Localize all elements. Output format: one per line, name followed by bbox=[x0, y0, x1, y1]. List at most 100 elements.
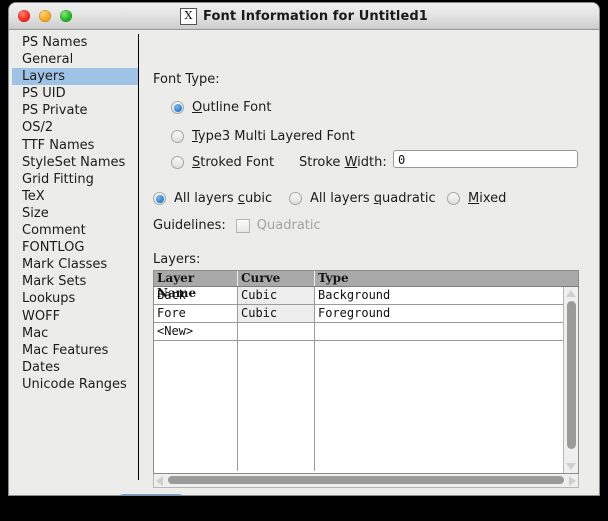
column-header-curve-type[interactable]: Curve Type bbox=[238, 271, 315, 300]
radio-outline-font-label: Outline Font bbox=[192, 100, 271, 115]
radio-quadratic-indicator[interactable] bbox=[289, 192, 302, 205]
radio-quadratic-label: All layers quadratic bbox=[310, 191, 436, 206]
scroll-right-arrow-icon[interactable] bbox=[569, 476, 576, 486]
stroke-width-label: Stroke Width: bbox=[299, 155, 387, 170]
table-row[interactable]: Fore Cubic Foreground bbox=[154, 305, 578, 323]
label-rest: troked Font bbox=[200, 155, 275, 170]
cell-curve-type[interactable]: Cubic bbox=[238, 305, 315, 322]
empty-cell bbox=[154, 341, 238, 471]
sidebar-item-tex[interactable]: TeX bbox=[12, 188, 138, 205]
column-header-type[interactable]: Type bbox=[315, 271, 578, 286]
font-information-dialog: X Font Information for Untitled1 PS Name… bbox=[9, 3, 599, 495]
sidebar-item-woff[interactable]: WOFF bbox=[12, 308, 138, 325]
guidelines-quadratic-label: Quadratic bbox=[256, 218, 321, 233]
sidebar-item-mark-classes[interactable]: Mark Classes bbox=[12, 256, 138, 273]
radio-cubic-indicator[interactable] bbox=[153, 192, 166, 205]
font-type-label: Font Type: bbox=[153, 72, 220, 87]
sidebar-item-comment[interactable]: Comment bbox=[12, 222, 138, 239]
cell-new-layer[interactable]: <New> bbox=[154, 323, 238, 340]
title-group: X Font Information for Untitled1 bbox=[9, 3, 599, 29]
radio-stroked-font[interactable]: Stroked Font bbox=[171, 155, 274, 170]
empty-cell bbox=[315, 341, 578, 471]
layers-table[interactable]: Layer Name Curve Type Type Back Cubic Ba… bbox=[153, 270, 579, 474]
label-rest: idth: bbox=[357, 155, 387, 170]
mnemonic-char: q bbox=[373, 191, 383, 206]
close-button[interactable] bbox=[18, 10, 30, 22]
cell-type[interactable]: Background bbox=[315, 287, 578, 304]
column-header-layer-name[interactable]: Layer Name bbox=[154, 271, 238, 300]
sidebar-item-styleset-names[interactable]: StyleSet Names bbox=[12, 154, 138, 171]
app-icon: X bbox=[180, 7, 198, 25]
title-bar[interactable]: X Font Information for Untitled1 bbox=[9, 3, 599, 30]
guidelines-label: Guidelines: bbox=[153, 218, 226, 233]
label-pre: Stroke bbox=[299, 155, 345, 170]
sidebar-item-lookups[interactable]: Lookups bbox=[12, 290, 138, 307]
cell-curve-type[interactable] bbox=[238, 323, 315, 340]
sidebar-item-mac-features[interactable]: Mac Features bbox=[12, 342, 138, 359]
label-rest: ype3 Multi Layered Font bbox=[197, 129, 355, 144]
radio-type3-indicator[interactable] bbox=[171, 130, 184, 143]
layers-settings-pane: Font Type: Outline Font Type3 Multi Laye… bbox=[141, 30, 599, 495]
radio-outline-font-indicator[interactable] bbox=[171, 101, 184, 114]
mnemonic-char: O bbox=[192, 100, 203, 115]
maximize-button[interactable] bbox=[60, 10, 72, 22]
radio-mixed[interactable]: Mixed bbox=[447, 191, 506, 206]
table-empty-area bbox=[154, 341, 578, 471]
cell-curve-type[interactable]: Cubic bbox=[238, 287, 315, 304]
stroke-width-input[interactable]: 0 bbox=[393, 150, 578, 168]
sidebar-item-os2[interactable]: OS/2 bbox=[12, 119, 138, 136]
sidebar-item-ps-private[interactable]: PS Private bbox=[12, 102, 138, 119]
horizontal-scrollbar-thumb[interactable] bbox=[168, 476, 564, 484]
sidebar-item-ps-uid[interactable]: PS UID bbox=[12, 85, 138, 102]
radio-stroked-indicator[interactable] bbox=[171, 156, 184, 169]
settings-category-list[interactable]: PS Names General Layers PS UID PS Privat… bbox=[12, 34, 139, 480]
radio-type3-label: Type3 Multi Layered Font bbox=[192, 129, 355, 144]
radio-mixed-label: Mixed bbox=[468, 191, 506, 206]
dialog-content: PS Names General Layers PS UID PS Privat… bbox=[9, 30, 599, 495]
sidebar-item-ttf-names[interactable]: TTF Names bbox=[12, 137, 138, 154]
sidebar-item-size[interactable]: Size bbox=[12, 205, 138, 222]
sidebar-item-general[interactable]: General bbox=[12, 51, 138, 68]
sidebar-item-ps-names[interactable]: PS Names bbox=[12, 34, 138, 51]
minimize-button[interactable] bbox=[39, 10, 51, 22]
cell-type[interactable]: Foreground bbox=[315, 305, 578, 322]
guidelines-quadratic-checkbox[interactable] bbox=[235, 218, 250, 233]
label-pre: All layers bbox=[174, 191, 238, 206]
radio-all-layers-quadratic[interactable]: All layers quadratic bbox=[289, 191, 436, 206]
table-header-row: Layer Name Curve Type Type bbox=[154, 271, 578, 300]
radio-all-layers-cubic[interactable]: All layers cubic bbox=[153, 191, 272, 206]
table-horizontal-scrollbar[interactable] bbox=[153, 474, 579, 488]
label-rest: ubic bbox=[244, 191, 273, 206]
table-row[interactable]: Back Cubic Background bbox=[154, 287, 578, 305]
cell-layer-name[interactable]: Fore bbox=[154, 305, 238, 322]
mnemonic-char: W bbox=[344, 155, 358, 170]
sidebar-item-unicode-ranges[interactable]: Unicode Ranges bbox=[12, 376, 138, 393]
radio-type3-multi-layered-font[interactable]: Type3 Multi Layered Font bbox=[171, 129, 355, 144]
mnemonic-char: M bbox=[468, 191, 480, 206]
label-rest: uadratic bbox=[382, 191, 436, 206]
scroll-left-arrow-icon[interactable] bbox=[156, 476, 163, 486]
radio-stroked-label: Stroked Font bbox=[192, 155, 274, 170]
radio-outline-font[interactable]: Outline Font bbox=[171, 100, 271, 115]
vertical-scrollbar-thumb[interactable] bbox=[567, 301, 576, 449]
sidebar-item-fontlog[interactable]: FONTLOG bbox=[12, 239, 138, 256]
table-vertical-scrollbar[interactable] bbox=[563, 287, 578, 473]
sidebar-item-mac[interactable]: Mac bbox=[12, 325, 138, 342]
sidebar-item-mark-sets[interactable]: Mark Sets bbox=[12, 273, 138, 290]
window-title: Font Information for Untitled1 bbox=[203, 8, 428, 24]
radio-cubic-label: All layers cubic bbox=[174, 191, 272, 206]
guidelines-row: Guidelines: Quadratic bbox=[153, 218, 321, 233]
cell-type[interactable] bbox=[315, 323, 578, 340]
radio-mixed-indicator[interactable] bbox=[447, 192, 460, 205]
cell-layer-name[interactable]: Back bbox=[154, 287, 238, 304]
empty-cell bbox=[238, 341, 315, 471]
label-pre: All layers bbox=[310, 191, 374, 206]
sidebar-item-dates[interactable]: Dates bbox=[12, 359, 138, 376]
label-rest: ixed bbox=[479, 191, 507, 206]
sidebar-item-grid-fitting[interactable]: Grid Fitting bbox=[12, 171, 138, 188]
scroll-down-arrow-icon[interactable] bbox=[566, 463, 576, 470]
table-row-new[interactable]: <New> bbox=[154, 323, 578, 341]
sidebar-item-layers[interactable]: Layers bbox=[12, 68, 138, 86]
label-rest: utline Font bbox=[202, 100, 272, 115]
scroll-up-arrow-icon[interactable] bbox=[566, 290, 576, 297]
